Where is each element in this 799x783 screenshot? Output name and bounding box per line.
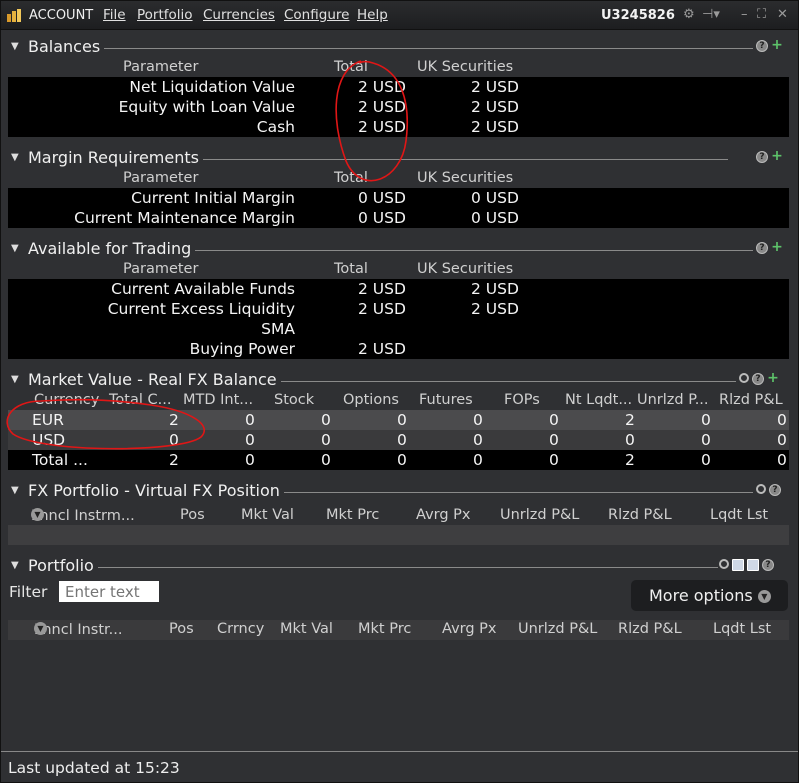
section-title: Balances	[28, 37, 105, 56]
table-row[interactable]: Buying Power 2 USD	[8, 339, 789, 359]
section-fx-portfolio: ▼ FX Portfolio - Virtual FX Position ?	[8, 480, 791, 502]
section-market-value: ▼ Market Value - Real FX Balance ? +	[8, 369, 791, 391]
portfolio-header: Fnncl Instr... ▼ Pos Crrncy Mkt Val Mkt …	[8, 620, 789, 640]
table-row[interactable]: Net Liquidation Value 2 USD 2 USD	[8, 77, 789, 97]
add-icon[interactable]: +	[771, 240, 783, 254]
table-row[interactable]: Current Excess Liquidity 2 USD 2 USD	[8, 299, 789, 319]
section-balances: ▼ Balances ? +	[8, 36, 791, 58]
table-row[interactable]: SMA	[8, 319, 789, 339]
table-row-total[interactable]: Total ... 2 0 0 0 0 0 2 0 0	[8, 450, 789, 470]
app-logo-icon	[7, 9, 21, 22]
available-header: Parameter Total UK Securities	[123, 261, 514, 277]
status-bar: Last updated at 15:23	[1, 751, 798, 783]
account-label: ACCOUNT	[29, 8, 94, 23]
window-icon[interactable]	[747, 559, 759, 571]
fx-portfolio-header: Fnncl Instrm... ▼ Pos Mkt Val Mkt Prc Av…	[31, 507, 769, 524]
grid-icon[interactable]	[732, 559, 744, 571]
collapse-triangle-icon[interactable]: ▼	[11, 152, 19, 163]
help-icon[interactable]: ?	[752, 373, 764, 385]
last-updated-text: Last updated at 15:23	[8, 759, 180, 777]
section-margin-requirements: ▼ Margin Requirements ? +	[8, 147, 791, 169]
pin-icon[interactable]: ⊣▾	[702, 7, 720, 22]
section-divider	[28, 567, 718, 568]
section-available-for-trading: ▼ Available for Trading ? +	[8, 238, 791, 260]
table-row[interactable]: EUR 2 0 0 0 0 0 2 0 0	[8, 410, 789, 430]
table-row[interactable]: USD 0 0 0 0 0 0 0 0 0	[8, 430, 789, 450]
available-table: Current Available Funds 2 USD 2 USD Curr…	[8, 279, 789, 359]
collapse-triangle-icon[interactable]: ▼	[11, 560, 19, 571]
section-title: Market Value - Real FX Balance	[28, 370, 281, 389]
section-divider	[28, 48, 753, 49]
margin-table: Current Initial Margin 0 USD 0 USD Curre…	[8, 188, 789, 228]
menu-configure[interactable]: Configure	[284, 7, 349, 23]
table-row[interactable]: Cash 2 USD 2 USD	[8, 117, 789, 137]
title-bar: ACCOUNT File Portfolio Currencies Config…	[1, 1, 798, 30]
fx-portfolio-empty-row	[8, 525, 789, 545]
section-title: FX Portfolio - Virtual FX Position	[28, 481, 284, 500]
collapse-triangle-icon[interactable]: ▼	[11, 243, 19, 254]
account-id: U3245826	[601, 8, 675, 23]
help-icon[interactable]: ?	[756, 151, 768, 163]
filter-label: Filter	[9, 583, 48, 601]
collapse-triangle-icon[interactable]: ▼	[11, 41, 19, 52]
menu-file[interactable]: File	[103, 7, 126, 23]
table-row[interactable]: Current Available Funds 2 USD 2 USD	[8, 279, 789, 299]
column-dropdown-icon[interactable]: ▼	[31, 508, 44, 521]
maximize-icon[interactable]: ⛶	[757, 7, 766, 22]
section-portfolio: ▼ Portfolio ?	[8, 555, 791, 577]
search-icon[interactable]	[719, 559, 729, 569]
balances-table: Net Liquidation Value 2 USD 2 USD Equity…	[8, 77, 789, 137]
help-icon[interactable]: ?	[756, 40, 768, 52]
search-icon[interactable]	[756, 484, 766, 494]
add-icon[interactable]: +	[771, 38, 783, 52]
close-icon[interactable]: ✕	[777, 7, 788, 22]
menu-currencies[interactable]: Currencies	[203, 7, 275, 23]
table-row[interactable]: Current Initial Margin 0 USD 0 USD	[8, 188, 789, 208]
menu-portfolio[interactable]: Portfolio	[137, 7, 193, 23]
help-icon[interactable]: ?	[756, 242, 768, 254]
filter-input[interactable]	[59, 581, 159, 602]
account-window: ACCOUNT File Portfolio Currencies Config…	[0, 0, 799, 783]
chevron-down-icon: ▼	[757, 590, 771, 603]
section-title: Available for Trading	[28, 239, 196, 258]
settings-gear-icon[interactable]: ⚙	[683, 7, 695, 22]
column-dropdown-icon[interactable]: ▼	[34, 622, 47, 635]
section-title: Portfolio	[28, 556, 98, 575]
help-icon[interactable]: ?	[769, 484, 781, 496]
section-title: Margin Requirements	[28, 148, 203, 167]
table-row[interactable]: Current Maintenance Margin 0 USD 0 USD	[8, 208, 789, 228]
market-value-header: Currency Total C... MTD Int... Stock Opt…	[34, 392, 783, 408]
add-icon[interactable]: +	[771, 149, 783, 163]
add-icon[interactable]: +	[767, 371, 779, 385]
more-options-button[interactable]: More options ▼	[631, 580, 788, 611]
collapse-triangle-icon[interactable]: ▼	[11, 485, 19, 496]
search-icon[interactable]	[739, 373, 749, 383]
table-row[interactable]: Equity with Loan Value 2 USD 2 USD	[8, 97, 789, 117]
menu-help[interactable]: Help	[357, 7, 388, 23]
collapse-triangle-icon[interactable]: ▼	[11, 374, 19, 385]
margin-header: Parameter Total UK Securities	[123, 170, 514, 186]
help-icon[interactable]: ?	[762, 559, 774, 571]
minimize-icon[interactable]: –	[741, 7, 748, 22]
balances-header: Parameter Total UK Securities	[123, 59, 514, 75]
